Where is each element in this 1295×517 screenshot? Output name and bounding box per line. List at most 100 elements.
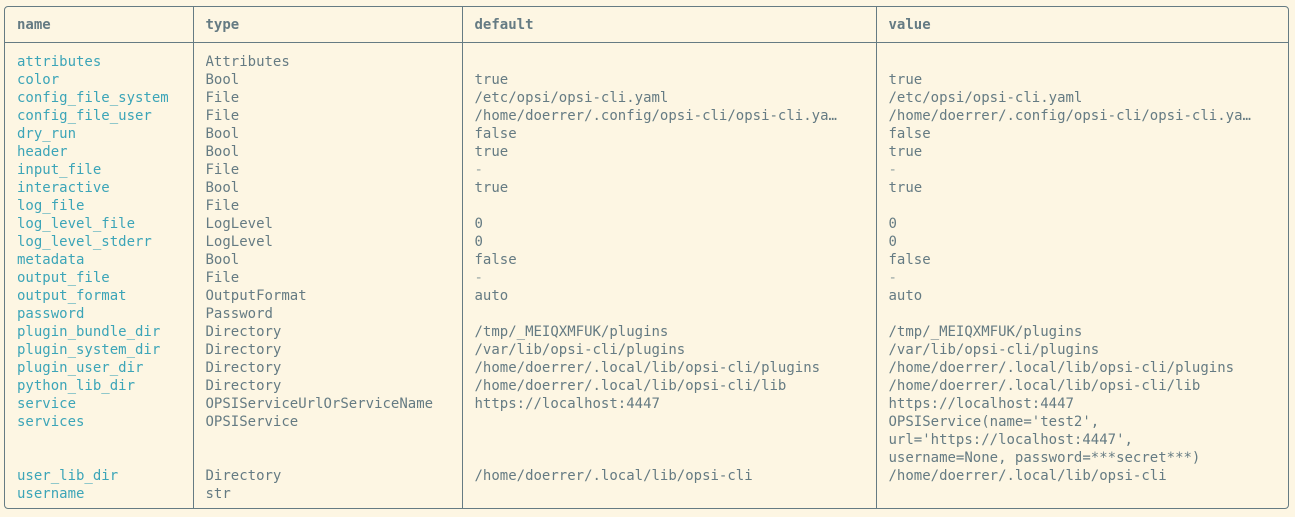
- type-cell: OutputFormat: [205, 288, 307, 304]
- default-cell: auto: [474, 288, 509, 304]
- type-cell: Bool: [205, 144, 240, 160]
- type-cell: Directory: [205, 378, 282, 394]
- setting-name-cell: output_format: [17, 288, 127, 304]
- value-cell: /tmp/_MEIQXMFUK/plugins: [888, 324, 1083, 340]
- type-cell: [206, 431, 462, 449]
- value-cell: true: [888, 72, 923, 88]
- default-cell: /etc/opsi/opsi-cli.yaml: [474, 90, 669, 106]
- default-cell: /home/doerrer/.local/lib/opsi-cli: [474, 468, 753, 484]
- default-cell: [475, 413, 876, 431]
- setting-name-cell: python_lib_dir: [17, 378, 136, 394]
- type-cell: File: [205, 90, 240, 106]
- setting-name-cell: config_file_user: [17, 108, 152, 124]
- setting-name-cell: dry_run: [17, 126, 77, 142]
- config-table: name type default value attributes color c…: [4, 6, 1289, 509]
- setting-name-cell: [17, 449, 193, 467]
- setting-name-cell: config_file_system: [17, 90, 169, 106]
- default-cell: /home/doerrer/.local/lib/opsi-cli/lib: [474, 378, 787, 394]
- value-cell: -: [888, 270, 897, 286]
- default-cell: false: [474, 252, 517, 268]
- type-cell: str: [205, 486, 231, 502]
- value-cell: OPSIService(name='test2',: [888, 414, 1100, 430]
- column-header-default: default: [461, 7, 876, 43]
- value-cell: /home/doerrer/.config/opsi-cli/opsi-cli.…: [888, 108, 1251, 124]
- value-cell: -: [888, 162, 897, 178]
- value-cell: /etc/opsi/opsi-cli.yaml: [888, 90, 1083, 106]
- column-header-type: type: [192, 7, 462, 43]
- setting-name-cell: log_level_file: [17, 216, 136, 232]
- type-cell: [206, 449, 462, 467]
- default-cell: -: [474, 162, 483, 178]
- setting-name-cell: plugin_system_dir: [17, 342, 161, 358]
- setting-name-cell: username: [17, 486, 85, 502]
- default-cell: https://localhost:4447: [474, 396, 660, 412]
- type-cell: OPSIServiceUrlOrServiceName: [205, 396, 434, 412]
- type-cell: Directory: [205, 342, 282, 358]
- type-column: Attributes Bool File File Bool Bool File Bool Fi…: [192, 42, 462, 508]
- setting-name-cell: password: [17, 306, 85, 322]
- setting-name-cell: output_file: [17, 270, 110, 286]
- value-cell: /home/doerrer/.local/lib/opsi-cli/lib: [888, 378, 1201, 394]
- type-cell: File: [205, 162, 240, 178]
- default-cell: true: [474, 180, 509, 196]
- type-cell: Password: [205, 306, 273, 322]
- value-cell: 0: [888, 234, 897, 250]
- default-cell: -: [474, 270, 483, 286]
- setting-name-cell: user_lib_dir: [17, 468, 119, 484]
- type-cell: Directory: [205, 360, 282, 376]
- table-body-row: attributes color config_file_system config_…: [5, 42, 1289, 509]
- name-column: attributes color config_file_system config_…: [5, 43, 193, 509]
- value-cell: https://localhost:4447: [888, 396, 1074, 412]
- default-cell: [475, 485, 876, 503]
- setting-name-cell: metadata: [17, 252, 85, 268]
- default-cell: 0: [474, 216, 483, 232]
- default-cell: /var/lib/opsi-cli/plugins: [474, 342, 686, 358]
- setting-name-cell: log_file: [17, 198, 85, 214]
- default-cell: true: [474, 144, 509, 160]
- type-cell: OPSIService: [205, 414, 299, 430]
- setting-name-cell: interactive: [17, 180, 110, 196]
- type-cell: Bool: [205, 180, 240, 196]
- value-cell: /home/doerrer/.local/lib/opsi-cli: [888, 468, 1167, 484]
- default-cell: true: [474, 72, 509, 88]
- type-cell: Bool: [205, 72, 240, 88]
- value-cell: [889, 305, 1289, 323]
- table-header-row: name type default value: [5, 7, 1288, 43]
- default-cell: /home/doerrer/.config/opsi-cli/opsi-cli.…: [474, 108, 837, 124]
- value-cell: 0: [888, 216, 897, 232]
- setting-name-cell: log_level_stderr: [17, 234, 152, 250]
- value-cell: /var/lib/opsi-cli/plugins: [888, 342, 1100, 358]
- setting-name-cell: color: [17, 72, 60, 88]
- value-cell: true: [888, 180, 923, 196]
- default-cell: false: [474, 126, 517, 142]
- default-cell: [475, 305, 876, 323]
- type-cell: File: [205, 270, 240, 286]
- setting-name-cell: plugin_user_dir: [17, 360, 144, 376]
- default-cell: [475, 197, 876, 215]
- value-cell: username=None, password=***secret***): [888, 450, 1201, 466]
- value-cell: /home/doerrer/.local/lib/opsi-cli/plugin…: [888, 360, 1235, 376]
- type-cell: Attributes: [205, 54, 290, 70]
- config-table-grid: name type default value attributes color c…: [5, 7, 1288, 508]
- type-cell: File: [205, 108, 240, 124]
- default-cell: [475, 449, 876, 467]
- default-cell: [475, 431, 876, 449]
- value-column: true/etc/opsi/opsi-cli.yaml/home/doerrer…: [875, 42, 1289, 508]
- setting-name-cell: input_file: [17, 162, 102, 178]
- default-cell: [475, 53, 876, 71]
- type-cell: File: [205, 198, 240, 214]
- value-cell: [889, 53, 1289, 71]
- type-cell: Bool: [205, 126, 240, 142]
- value-cell: false: [888, 126, 931, 142]
- value-cell: [889, 485, 1289, 503]
- value-cell: url='https://localhost:4447',: [888, 432, 1133, 448]
- column-header-name: name: [5, 7, 193, 43]
- value-cell: auto: [888, 288, 923, 304]
- type-cell: Directory: [205, 324, 282, 340]
- default-cell: /home/doerrer/.local/lib/opsi-cli/plugin…: [474, 360, 821, 376]
- setting-name-cell: service: [17, 396, 77, 412]
- value-cell: false: [888, 252, 931, 268]
- setting-name-cell: plugin_bundle_dir: [17, 324, 161, 340]
- value-cell: [889, 197, 1289, 215]
- column-header-value: value: [875, 7, 1288, 43]
